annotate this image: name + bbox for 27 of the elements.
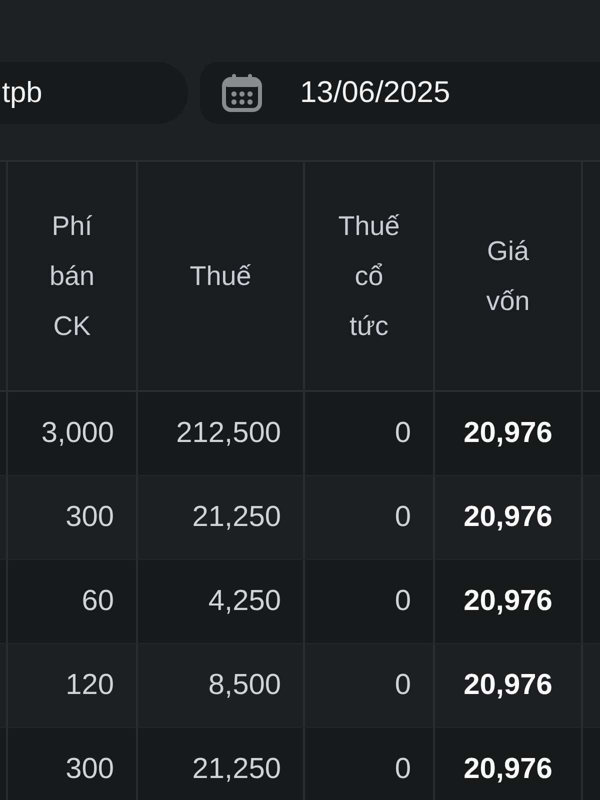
column-header: Phí bán CK: [48, 210, 96, 343]
table-cell: 8,500: [208, 669, 281, 702]
table-cell: 212,500: [176, 417, 281, 450]
table-cell: 4,250: [208, 585, 281, 618]
column-header: Thuế cổ tức: [337, 210, 401, 343]
calendar-icon: [222, 74, 262, 112]
column-header: Thuế: [190, 260, 252, 293]
table-cell: 300: [66, 501, 114, 534]
table-cell: 20,976: [464, 417, 552, 450]
table-cell: 0: [394, 417, 411, 450]
table-cell: 300: [66, 753, 114, 786]
table-cell: 20,976: [464, 501, 552, 534]
table-cell: 0: [394, 501, 411, 534]
table-cell: 0: [394, 753, 411, 786]
table-cell: 0: [394, 585, 411, 618]
table-cell: 0: [394, 669, 411, 702]
table-cell: 3,000: [41, 417, 114, 450]
table-cell: 120: [66, 669, 114, 702]
table-cell: 20,976: [464, 585, 552, 618]
table-cell: 20,976: [464, 669, 552, 702]
column-header: Giá vốn: [485, 235, 531, 318]
table-cell: 20,976: [464, 753, 552, 786]
table-cell: 21,250: [192, 753, 281, 786]
symbol-field[interactable]: tpb: [0, 62, 188, 124]
table-cell: 60: [82, 585, 114, 618]
table-cell: 21,250: [192, 501, 281, 534]
date-field[interactable]: 13/06/2025: [200, 62, 600, 124]
